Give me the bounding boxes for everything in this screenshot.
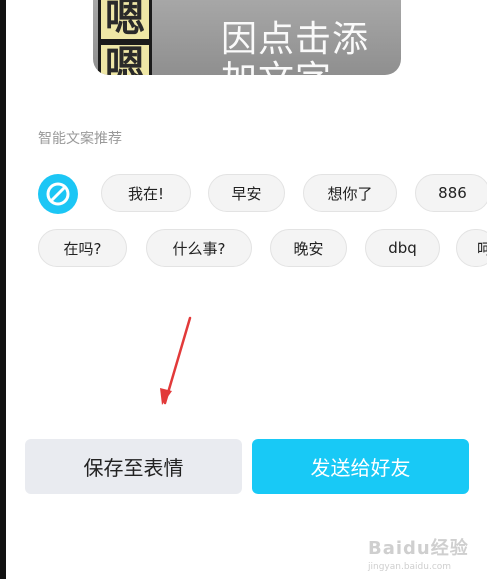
save-to-stickers-button[interactable]: 保存至表情 [25,439,242,494]
send-to-friend-button[interactable]: 发送给好友 [252,439,469,494]
baidu-watermark: Baidu经验 jingyan.baidu.com [368,534,484,574]
watermark-url: jingyan.baidu.com [368,562,452,572]
watermark-brand: Baidu经验 [368,538,469,559]
